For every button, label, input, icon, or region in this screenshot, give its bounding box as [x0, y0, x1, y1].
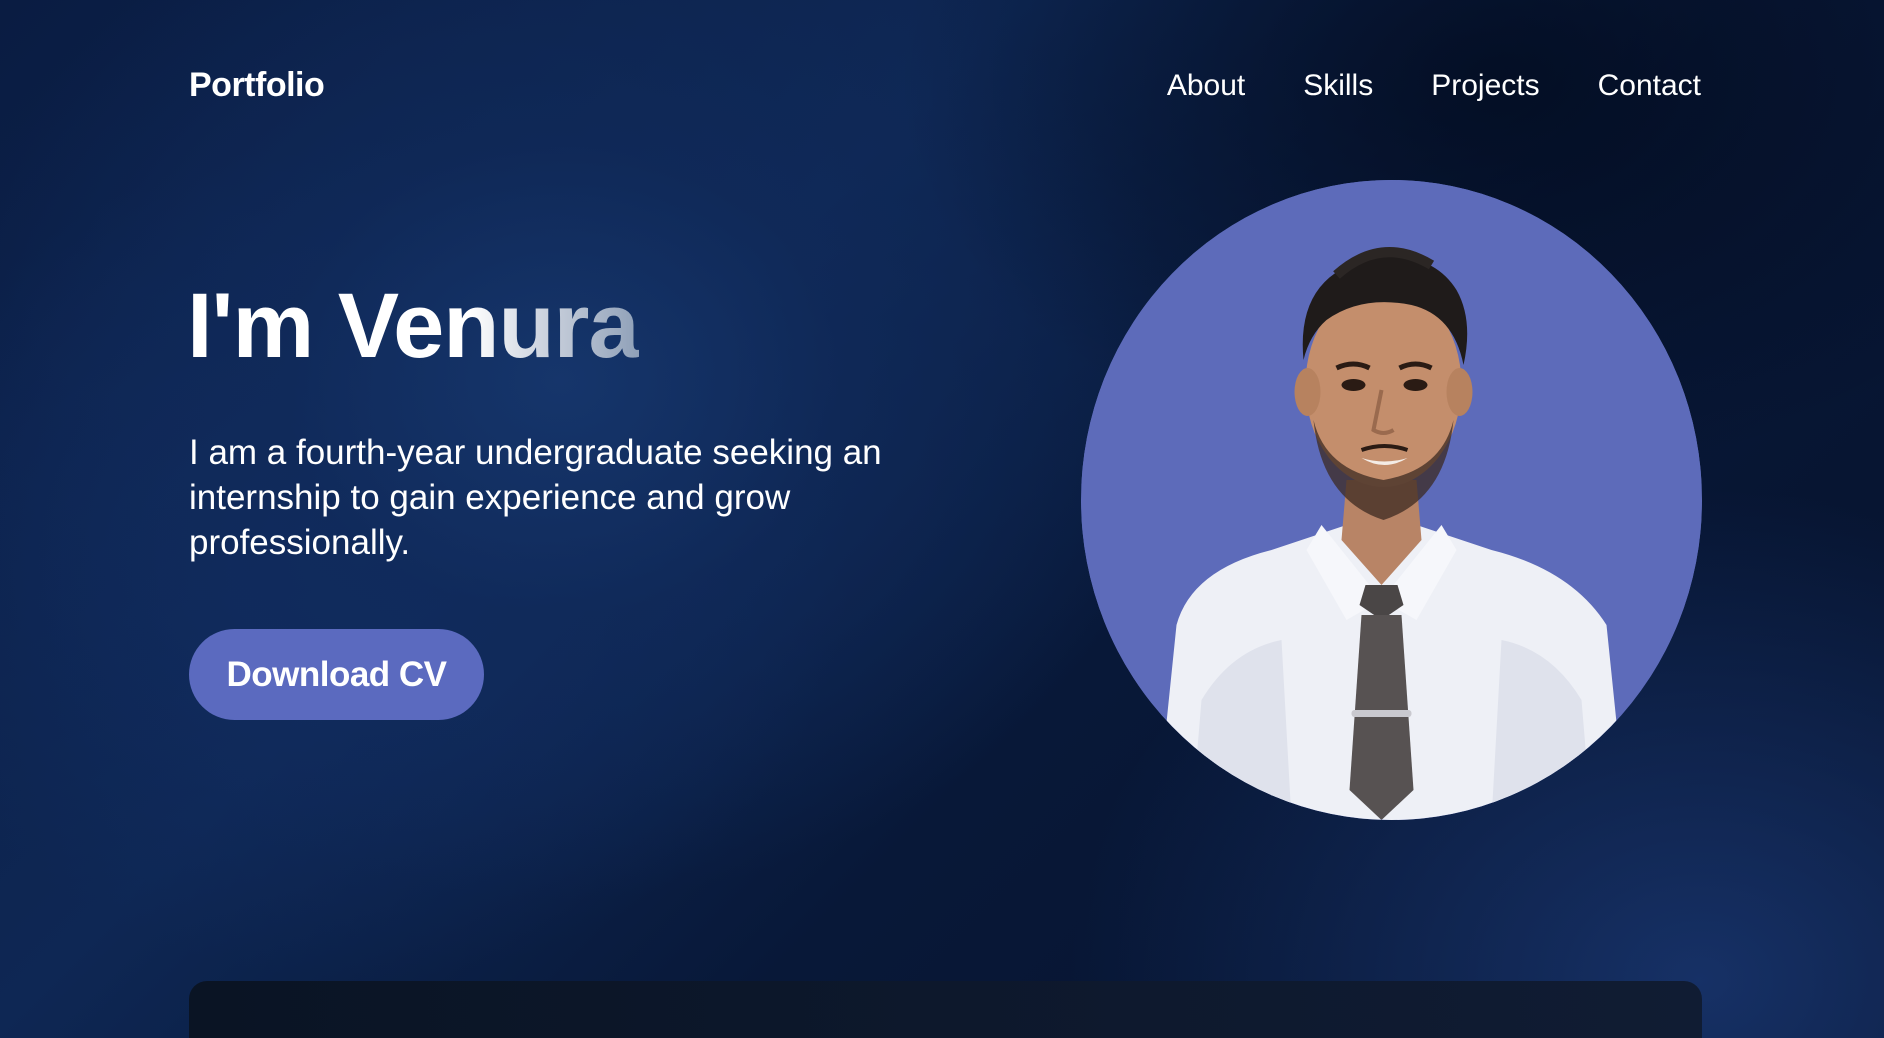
hero-title: I'm Venura [187, 275, 640, 377]
nav-projects-link[interactable]: Projects [1431, 69, 1539, 103]
site-header: Portfolio About Skills Projects Contact [189, 66, 1701, 105]
nav-skills-link[interactable]: Skills [1303, 69, 1373, 103]
page: Portfolio About Skills Projects Contact … [0, 0, 1884, 1038]
hero-description: I am a fourth-year undergraduate seeking… [189, 433, 882, 562]
profile-portrait-illustration [1081, 180, 1702, 820]
download-cv-button[interactable]: Download CV [189, 629, 484, 720]
about-section-card [189, 981, 1702, 1038]
logo-link[interactable]: Portfolio [189, 66, 325, 105]
nav-contact-link[interactable]: Contact [1598, 69, 1701, 103]
main-nav: About Skills Projects Contact [1167, 69, 1701, 103]
nav-about-link[interactable]: About [1167, 69, 1245, 103]
profile-photo [1081, 180, 1702, 820]
